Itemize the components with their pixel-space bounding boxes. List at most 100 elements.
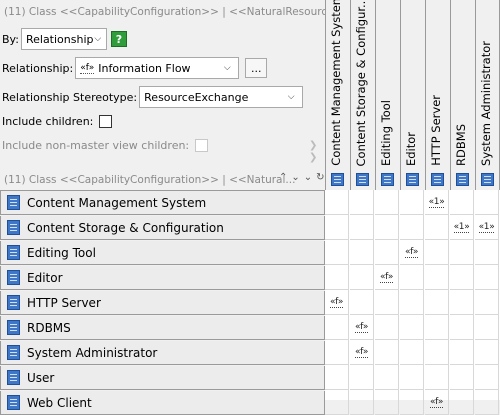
column-header-label: Editor [404,131,418,166]
matrix-cell[interactable] [325,265,349,290]
matrix-cell[interactable] [400,290,424,315]
chevron-down-icon[interactable]: ⌄ [304,172,312,183]
column-scope-label[interactable]: (11) Class <<CapabilityConfiguration>> |… [4,6,344,18]
matrix-cell[interactable]: «f» [375,265,399,290]
chevron-up-icon[interactable]: ⌃ [279,172,287,183]
row-scope-label[interactable]: (11) Class <<CapabilityConfiguration>> |… [4,174,295,186]
matrix-cell[interactable] [350,240,374,265]
matrix-cell[interactable] [325,390,349,415]
matrix-cell[interactable] [450,390,474,415]
matrix-cell[interactable] [325,365,349,390]
matrix-cell[interactable] [475,265,499,290]
matrix-cell[interactable] [375,215,399,240]
matrix-cell[interactable] [425,265,449,290]
matrix-cell[interactable]: «f» [350,315,374,340]
chevron-down-icon[interactable]: ⌄ [291,172,299,183]
matrix-cell[interactable] [475,315,499,340]
column-header[interactable]: Content Management System [325,0,349,190]
matrix-cell[interactable] [350,390,374,415]
matrix-cell[interactable] [325,315,349,340]
matrix-cell[interactable] [450,190,474,215]
matrix-cell[interactable] [400,315,424,340]
row-header[interactable]: User [0,366,325,390]
row-header-label: Editing Tool [27,245,96,260]
matrix-cell[interactable]: «f» [350,340,374,365]
matrix-cell[interactable]: «f» [325,290,349,315]
matrix-cell[interactable] [425,365,449,390]
matrix-cell[interactable] [400,215,424,240]
matrix-cell[interactable] [350,290,374,315]
class-icon [7,220,20,235]
matrix-cell[interactable] [400,265,424,290]
matrix-cell[interactable] [375,365,399,390]
chevron-right-icon[interactable]: ❯ [309,140,317,151]
matrix-cell[interactable]: «1» [475,215,499,240]
matrix-cell[interactable]: «f» [425,390,449,415]
relationship-select[interactable]: «f» Information Flow ⌵ [75,57,240,79]
matrix-cell[interactable] [475,190,499,215]
row-header[interactable]: Editing Tool [0,241,325,265]
matrix-cell[interactable] [450,340,474,365]
matrix-cell[interactable] [325,240,349,265]
matrix-cell[interactable] [400,190,424,215]
matrix-cell[interactable] [475,290,499,315]
matrix-cell[interactable] [400,390,424,415]
matrix-cell[interactable]: «1» [425,190,449,215]
column-header[interactable]: Editor [400,0,424,190]
column-header[interactable]: Editing Tool [375,0,399,190]
matrix-cell[interactable] [350,190,374,215]
row-header[interactable]: System Administrator [0,341,325,365]
column-header[interactable]: HTTP Server [425,0,449,190]
row-header[interactable]: Web Client [0,391,325,415]
include-children-checkbox[interactable] [99,115,113,128]
matrix-cell[interactable] [350,215,374,240]
row-header[interactable]: Content Management System [0,191,325,215]
matrix-cell[interactable] [450,315,474,340]
matrix-cell[interactable] [325,340,349,365]
matrix-cell[interactable] [450,240,474,265]
matrix-cell[interactable] [425,240,449,265]
matrix-cell[interactable] [425,340,449,365]
matrix-cell[interactable] [425,290,449,315]
refresh-icon[interactable]: ↻ [316,172,324,183]
matrix-cell[interactable] [375,340,399,365]
matrix-cell[interactable] [475,340,499,365]
row-header[interactable]: Content Storage & Configuration [0,216,325,240]
chevron-down-icon: ⌵ [287,92,295,102]
matrix-cell[interactable] [475,390,499,415]
stereotype-select[interactable]: ResourceExchange ⌵ [139,86,304,108]
row-header[interactable]: HTTP Server [0,291,325,315]
matrix-cell[interactable] [375,190,399,215]
matrix-cell[interactable] [450,365,474,390]
matrix-cell[interactable]: «1» [450,215,474,240]
matrix-cell[interactable] [375,240,399,265]
matrix-cell[interactable] [375,315,399,340]
help-icon[interactable]: ? [110,31,127,47]
matrix-cell[interactable] [475,365,499,390]
column-header[interactable]: System Administrator [475,0,500,190]
matrix-cell[interactable] [325,190,349,215]
row-header[interactable]: Editor [0,266,325,290]
stereotype-row: Relationship Stereotype: ResourceExchang… [2,86,304,108]
relationship-more-button[interactable]: ... [245,58,268,78]
matrix-cell[interactable] [475,240,499,265]
row-header[interactable]: RDBMS [0,316,325,340]
column-header[interactable]: Content Storage & Configur... [350,0,374,190]
matrix-cell[interactable] [375,390,399,415]
matrix-cell[interactable] [375,290,399,315]
matrix-cell[interactable] [425,315,449,340]
matrix-cell[interactable] [350,365,374,390]
column-header[interactable]: RDBMS [450,0,474,190]
matrix-cell[interactable] [450,265,474,290]
matrix-cell[interactable] [450,290,474,315]
chevron-right-icon[interactable]: ❯ [309,152,317,163]
relationship-marker: «f» [354,321,369,333]
by-select[interactable]: Relationship ⌵ [20,28,107,50]
matrix-cell[interactable] [325,215,349,240]
matrix-cell[interactable] [400,365,424,390]
matrix-cell[interactable] [400,340,424,365]
matrix-cell[interactable]: «f» [400,240,424,265]
matrix-cell[interactable] [425,215,449,240]
matrix-cell[interactable] [350,265,374,290]
include-nonmaster-checkbox[interactable] [195,139,209,152]
